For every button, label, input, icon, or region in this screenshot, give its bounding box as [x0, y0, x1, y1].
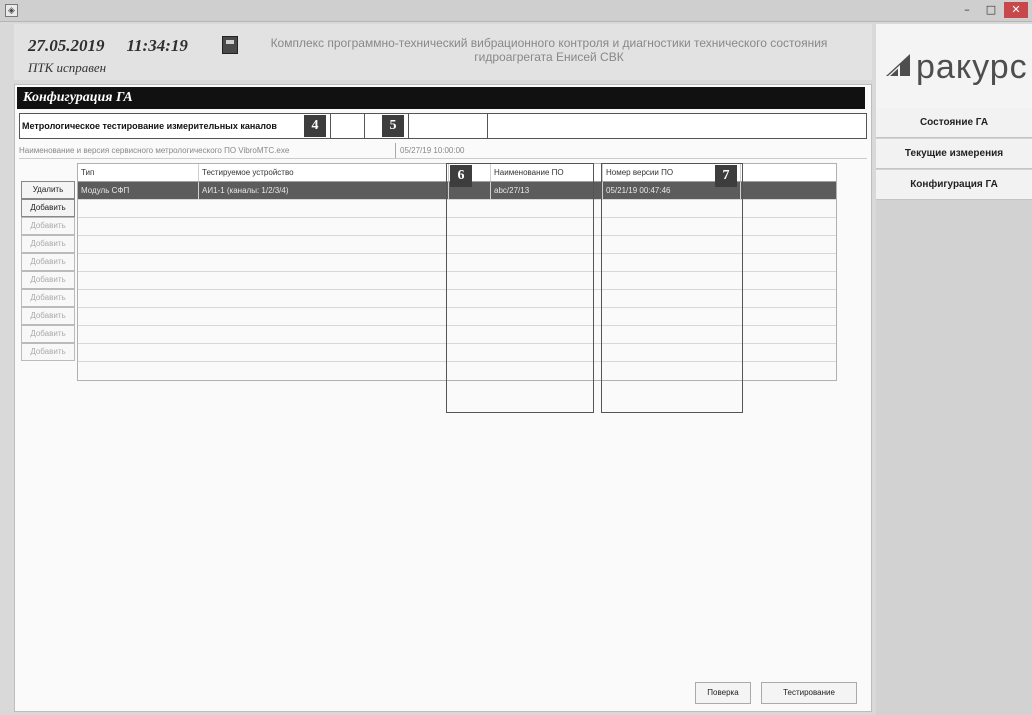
- metrology-field-5[interactable]: [408, 114, 488, 138]
- maximize-button[interactable]: □: [980, 2, 1002, 18]
- version-row: Наименование и версия сервисного метроло…: [19, 143, 867, 159]
- cell-extra: [740, 182, 838, 199]
- configuration-panel: Конфигурация ГА Метрологическое тестиров…: [14, 84, 872, 712]
- minimize-button[interactable]: –: [956, 2, 978, 18]
- sidebar: Состояние ГА Текущие измерения Конфигура…: [876, 108, 1032, 715]
- cell-device: АИ1-1 (каналы: 1/2/3/4): [198, 182, 448, 199]
- datetime: 27.05.2019 11:34:19: [28, 36, 188, 56]
- metrology-label: Метрологическое тестирование измерительн…: [22, 121, 277, 131]
- highlight-frame-7: [601, 163, 743, 413]
- testing-button[interactable]: Тестирование: [761, 682, 857, 704]
- system-status: ПТК исправен: [28, 60, 107, 75]
- marker-7: 7: [715, 165, 737, 187]
- logo: ракурс: [876, 24, 1032, 108]
- col-device-header-text: Тестируемое устройство: [202, 168, 294, 177]
- add-button-disabled: Добавить: [21, 235, 75, 253]
- version-label: Наименование и версия сервисного метроло…: [19, 146, 290, 155]
- highlight-frame-6: [446, 163, 594, 413]
- window-controls: – □ ✕: [956, 2, 1028, 18]
- col-type-header: Тип: [81, 168, 95, 177]
- verify-button[interactable]: Поверка: [695, 682, 751, 704]
- delete-button[interactable]: Удалить: [21, 181, 75, 199]
- system-title: Комплекс программно-технический вибрацио…: [270, 36, 828, 64]
- sidebar-item-measurements[interactable]: Текущие измерения: [876, 139, 1032, 169]
- add-button-disabled: Добавить: [21, 325, 75, 343]
- metrology-divider: [364, 114, 365, 138]
- marker-5: 5: [382, 115, 404, 137]
- sidebar-item-state[interactable]: Состояние ГА: [876, 108, 1032, 138]
- add-button-disabled: Добавить: [21, 217, 75, 235]
- add-button-disabled: Добавить: [21, 289, 75, 307]
- col-device-header: Тестируемое устройство: [198, 164, 448, 181]
- status-header: 27.05.2019 11:34:19 ПТК исправен Комплекс…: [14, 24, 872, 80]
- date-text: 27.05.2019: [28, 36, 105, 55]
- app-icon: ◈: [5, 4, 18, 17]
- marker-6: 6: [450, 165, 472, 187]
- col-extra-header: [740, 164, 838, 181]
- marker-4: 4: [304, 115, 326, 137]
- window-titlebar: ◈ – □ ✕: [0, 0, 1032, 22]
- logo-text: ракурс: [916, 48, 1028, 86]
- row-actions: Удалить Добавить Добавить Добавить Добав…: [19, 181, 77, 361]
- metrology-field-4[interactable]: [330, 114, 364, 138]
- close-button[interactable]: ✕: [1004, 2, 1028, 18]
- sidebar-item-configuration[interactable]: Конфигурация ГА: [876, 170, 1032, 200]
- add-button[interactable]: Добавить: [21, 199, 75, 217]
- add-button-disabled: Добавить: [21, 253, 75, 271]
- calculator-icon[interactable]: [222, 36, 238, 54]
- metrology-row: Метрологическое тестирование измерительн…: [19, 113, 867, 139]
- cell-type: Модуль СФП: [81, 186, 130, 195]
- panel-title: Конфигурация ГА: [17, 87, 865, 109]
- logo-mark-icon: [886, 54, 910, 76]
- version-value: 05/27/19 10:00:00: [395, 143, 465, 158]
- add-button-disabled: Добавить: [21, 343, 75, 361]
- add-button-disabled: Добавить: [21, 271, 75, 289]
- time-text: 11:34:19: [126, 36, 188, 55]
- add-button-disabled: Добавить: [21, 307, 75, 325]
